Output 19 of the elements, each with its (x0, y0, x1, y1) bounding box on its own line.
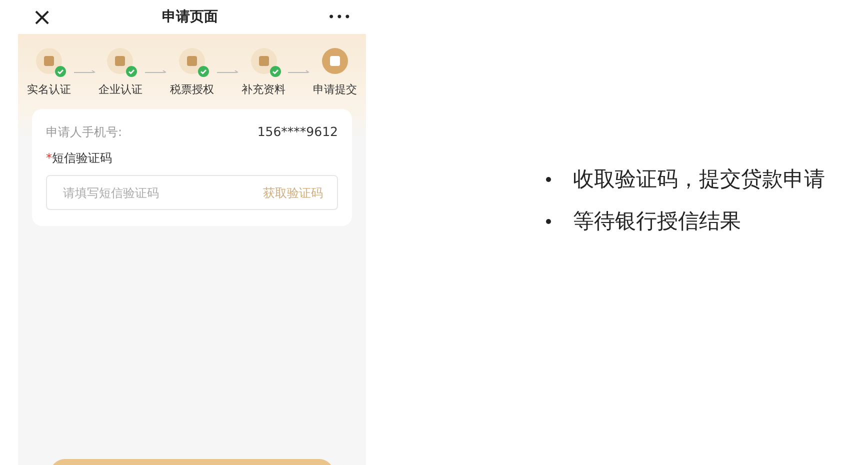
bullet-text: 等待银行授信结果 (573, 208, 741, 235)
more-button[interactable]: ••• (328, 8, 352, 26)
arrow-icon (216, 70, 239, 76)
arrow-icon (288, 70, 310, 76)
page-title: 申请页面 (162, 8, 218, 26)
field-label: 申请人手机号: (46, 124, 122, 141)
bullet-icon (546, 218, 551, 224)
phone-number: 156****9612 (257, 122, 338, 140)
field-label: *短信验证码 (46, 150, 113, 168)
step-label: 企业认证 (98, 82, 142, 98)
bullet-icon (546, 176, 551, 182)
bullet-text: 收取验证码，提交贷款申请 (573, 166, 825, 193)
step-label: 税票授权 (170, 82, 214, 98)
step-label: 申请提交 (313, 82, 358, 98)
step-label: 补充资料 (242, 82, 286, 98)
step-label: 实名认证 (26, 82, 71, 98)
arrow-icon (145, 70, 168, 76)
arrow-icon (74, 70, 96, 76)
close-button[interactable]: × (32, 5, 52, 29)
